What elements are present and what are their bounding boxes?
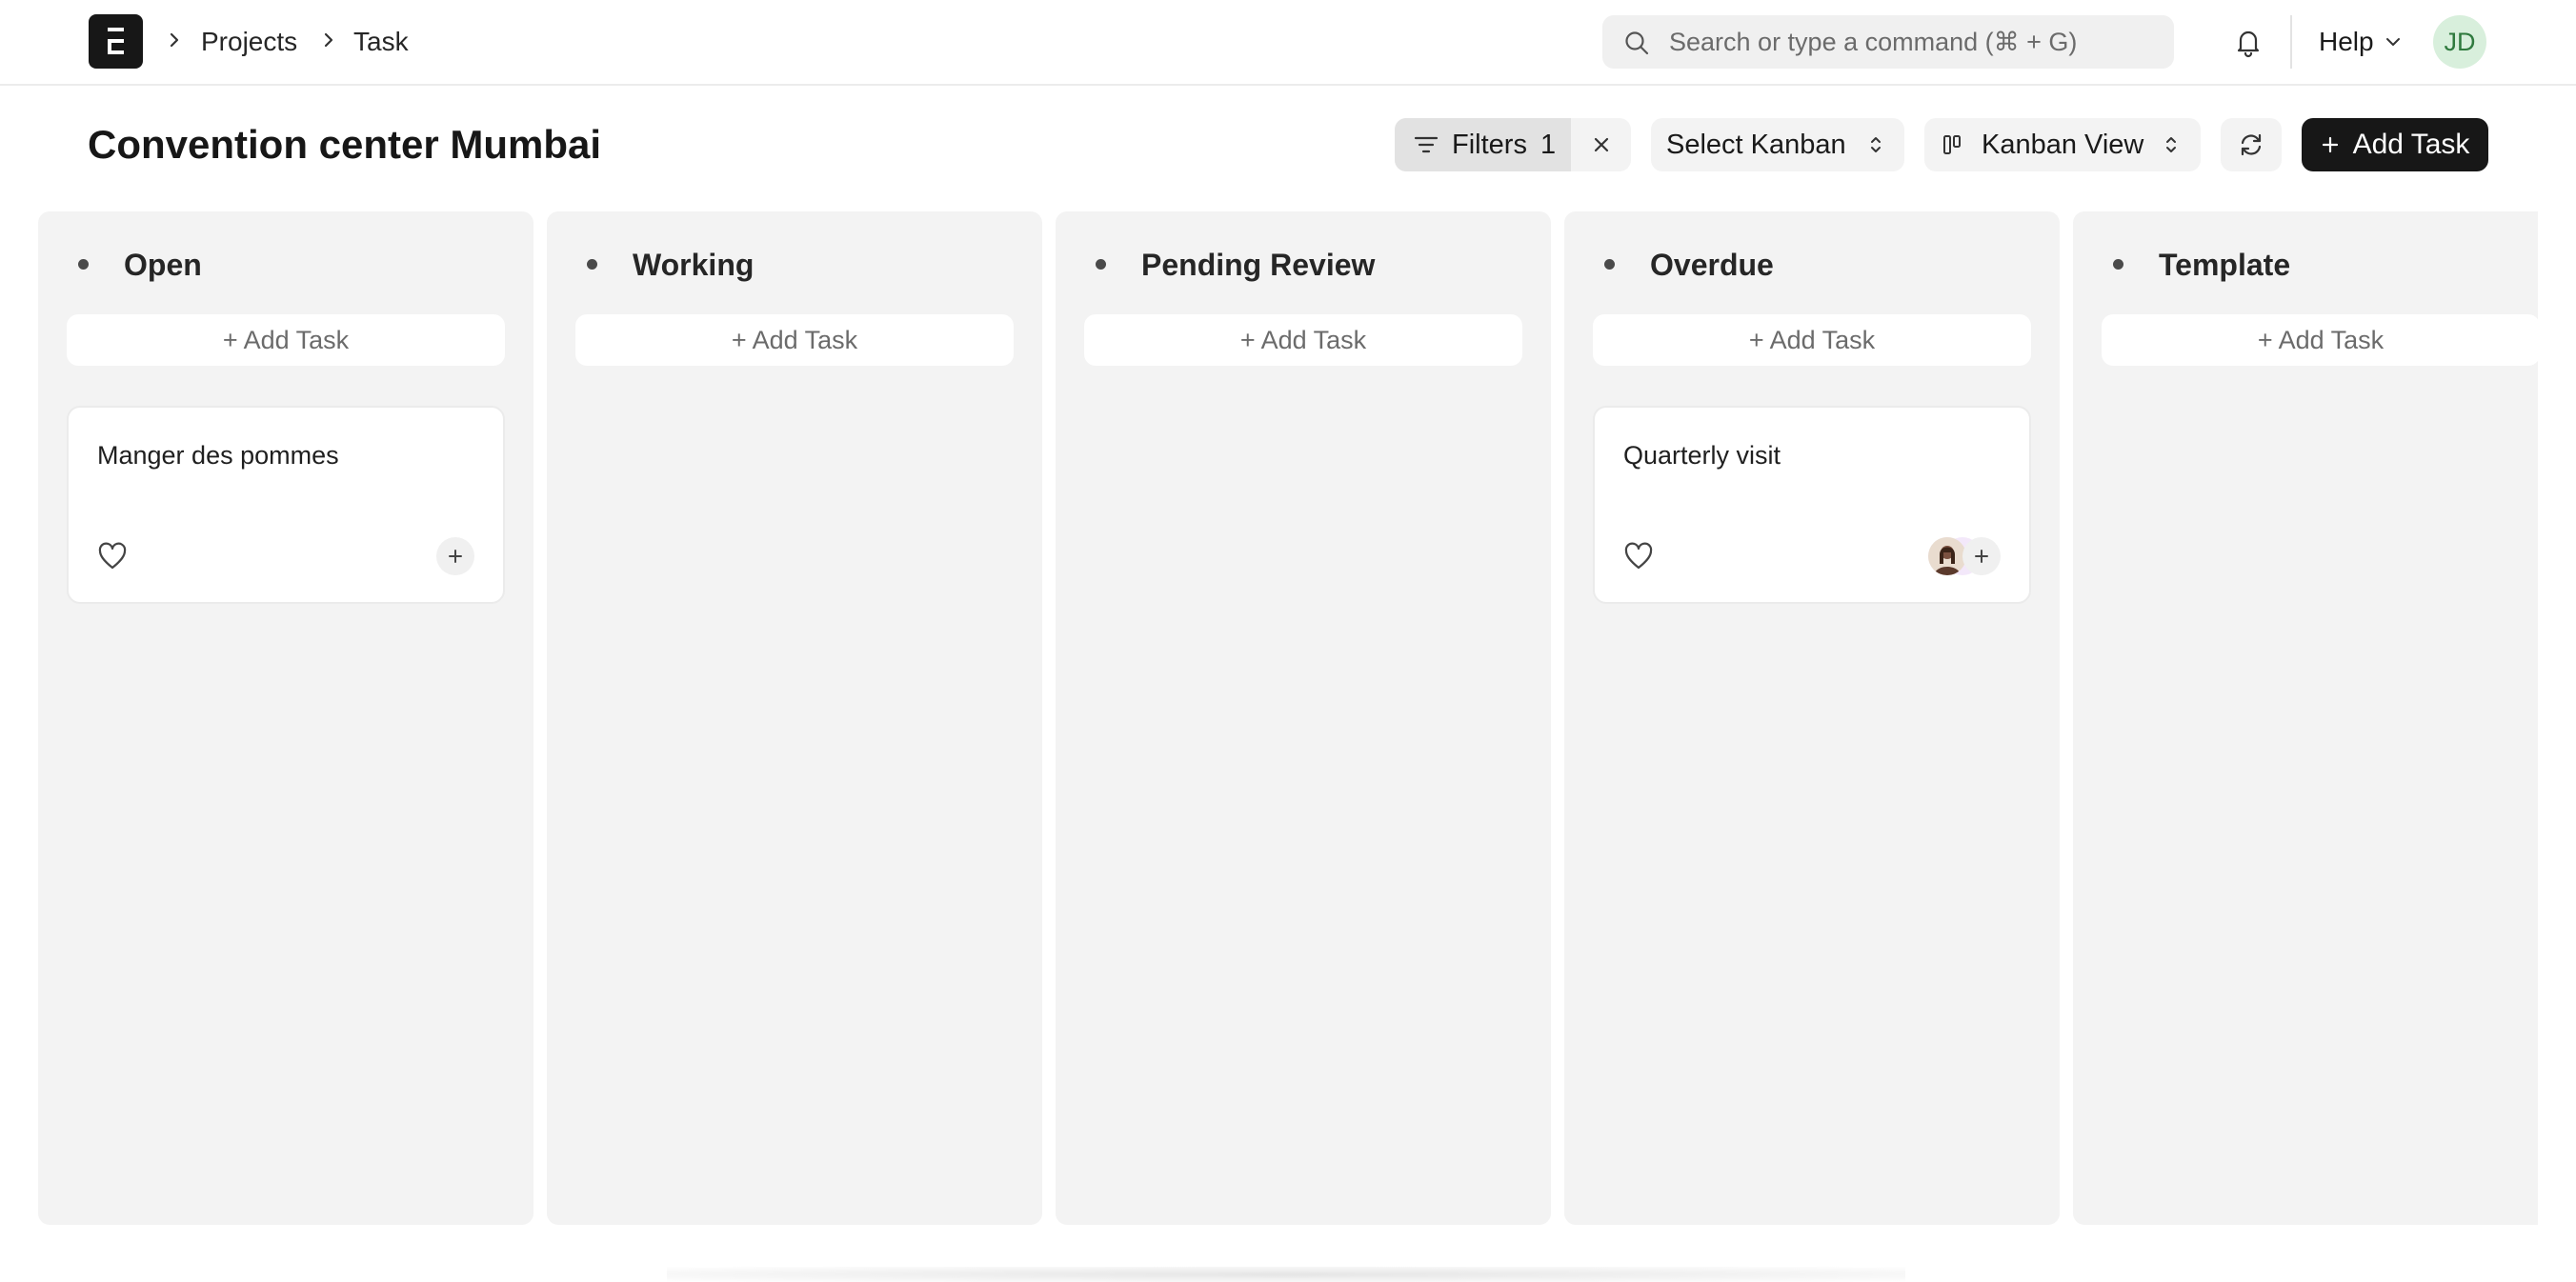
chevron-right-icon	[164, 25, 185, 55]
column-title: Pending Review	[1141, 248, 1376, 282]
view-label: Kanban View	[1982, 129, 2144, 160]
column-status-dot	[587, 259, 597, 270]
filters-button[interactable]: Filters 1	[1395, 118, 1571, 171]
heart-icon[interactable]	[95, 539, 130, 573]
column-status-dot	[1096, 259, 1106, 270]
navbar-divider	[2290, 15, 2292, 69]
user-avatar[interactable]: JD	[2433, 15, 2486, 69]
task-card-title: Quarterly visit	[1623, 441, 1781, 470]
help-dropdown[interactable]: Help	[2319, 23, 2403, 61]
filters-count: 1	[1540, 129, 1557, 160]
filter-icon	[1414, 136, 1439, 153]
page-title: Convention center Mumbai	[88, 122, 602, 167]
heart-icon[interactable]	[1621, 539, 1656, 573]
select-kanban-label: Select Kanban	[1666, 129, 1846, 160]
plus-icon	[2322, 136, 2338, 153]
top-navbar: Projects Task Help JD	[0, 0, 2576, 86]
kanban-board: Open + Add Task Manger des pommes Workin…	[38, 211, 2538, 1225]
column-status-dot	[78, 259, 89, 270]
plus-icon	[1975, 550, 1988, 563]
app-logo[interactable]	[89, 14, 143, 69]
kanban-icon	[1943, 135, 1961, 154]
breadcrumb-projects[interactable]: Projects	[201, 23, 297, 61]
help-label: Help	[2319, 27, 2374, 56]
kanban-column-template: Template + Add Task	[2073, 211, 2538, 1225]
plus-icon	[449, 550, 462, 563]
search-icon	[1625, 31, 1649, 55]
refresh-button[interactable]	[2221, 118, 2282, 171]
add-task-button[interactable]: Add Task	[2302, 118, 2488, 171]
user-photo-icon	[1928, 537, 1966, 575]
breadcrumb-task[interactable]: Task	[353, 23, 409, 61]
kanban-column-working: Working + Add Task	[547, 211, 1042, 1225]
select-kanban-dropdown[interactable]: Select Kanban	[1651, 118, 1904, 171]
add-assignee-button[interactable]	[1962, 537, 2001, 575]
search-bar[interactable]	[1602, 15, 2174, 69]
chevron-updown-icon	[1870, 137, 1881, 152]
assignee-photo-avatar[interactable]	[1928, 537, 1966, 575]
column-add-task-button[interactable]: + Add Task	[1084, 314, 1522, 366]
column-add-task-button[interactable]: + Add Task	[2102, 314, 2538, 366]
refresh-icon	[2241, 133, 2262, 156]
task-card[interactable]: Manger des pommes	[67, 406, 505, 604]
chevron-right-icon	[318, 25, 339, 55]
chevron-updown-icon	[2166, 137, 2177, 152]
view-switcher-dropdown[interactable]: Kanban View	[1924, 118, 2201, 171]
filters-label: Filters	[1452, 129, 1527, 160]
column-status-dot	[1604, 259, 1615, 270]
kanban-column-pending-review: Pending Review + Add Task	[1056, 211, 1551, 1225]
notifications-bell-icon[interactable]	[2229, 23, 2267, 61]
column-title: Working	[633, 248, 755, 282]
kanban-column-overdue: Overdue + Add Task Quarterly visit VC	[1564, 211, 2060, 1225]
column-title: Overdue	[1650, 248, 1774, 282]
chevron-down-icon	[2385, 38, 2400, 46]
search-input[interactable]	[1669, 15, 2155, 69]
column-status-dot	[2113, 259, 2123, 270]
column-title: Open	[124, 248, 202, 282]
column-add-task-button[interactable]: + Add Task	[1593, 314, 2031, 366]
logo-icon	[108, 28, 124, 54]
close-icon	[1594, 137, 1608, 152]
column-title: Template	[2159, 248, 2291, 282]
kanban-column-open: Open + Add Task Manger des pommes	[38, 211, 533, 1225]
horizontal-scroll-shadow	[667, 1267, 1905, 1282]
add-assignee-button[interactable]	[436, 537, 474, 575]
column-add-task-button[interactable]: + Add Task	[67, 314, 505, 366]
add-task-label: Add Task	[2352, 129, 2470, 160]
filters-control: Filters 1	[1395, 118, 1631, 171]
clear-filters-button[interactable]	[1571, 118, 1631, 171]
column-add-task-button[interactable]: + Add Task	[575, 314, 1014, 366]
task-card[interactable]: Quarterly visit VC	[1593, 406, 2031, 604]
task-card-title: Manger des pommes	[97, 441, 339, 470]
